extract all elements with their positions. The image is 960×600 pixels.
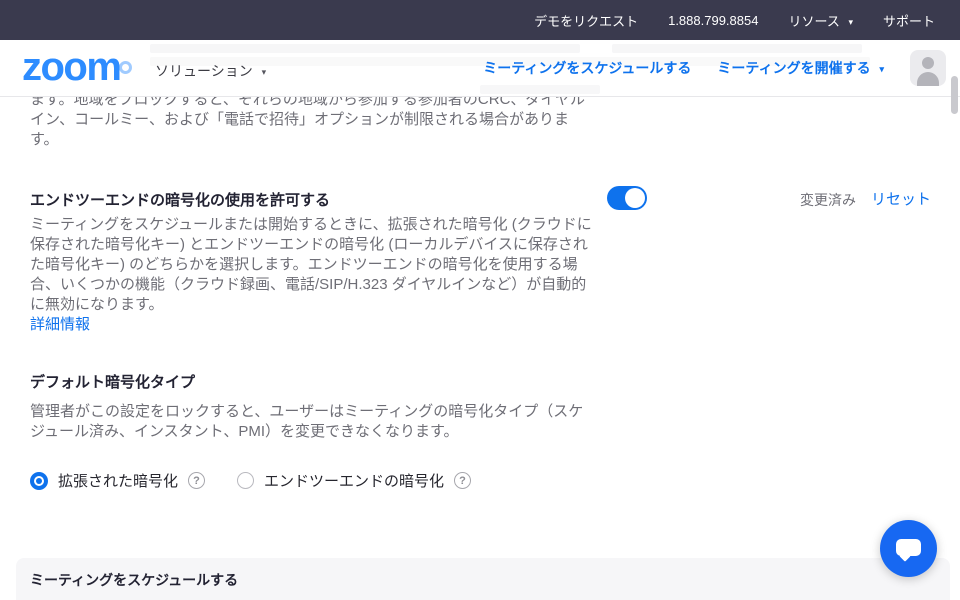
radio-option-label: 拡張された暗号化 <box>58 470 178 491</box>
phone-number-link[interactable]: 1.888.799.8854 <box>668 13 758 28</box>
help-question-icon[interactable]: ? <box>454 472 471 489</box>
default-encryption-type-description: 管理者がこの設定をロックすると、ユーザーはミーティングの暗号化タイプ（スケジュー… <box>30 402 595 442</box>
encryption-type-radio-group: 拡張された暗号化 ? エンドツーエンドの暗号化 ? <box>30 470 471 491</box>
blocked-regions-description: ます。地域をブロックすると、それらの地域から参加する参加者のCRC、ダイヤルイン… <box>30 90 595 150</box>
avatar-person-icon <box>922 57 934 69</box>
avatar-person-icon <box>917 72 939 86</box>
ghost-logo-mark <box>119 61 132 74</box>
radio-option-label: エンドツーエンドの暗号化 <box>264 470 444 491</box>
request-demo-link[interactable]: デモをリクエスト <box>534 11 638 30</box>
resources-menu[interactable]: リソース ▾ <box>788 11 853 30</box>
e2e-encryption-toggle[interactable] <box>607 186 647 210</box>
nav-solutions-menu[interactable]: ソリューション ▾ <box>155 61 266 81</box>
chevron-down-icon: ▾ <box>262 67 267 78</box>
nav-solutions-label: ソリューション <box>155 63 253 79</box>
top-utility-bar: デモをリクエスト 1.888.799.8854 リソース ▾ サポート <box>0 0 960 40</box>
e2e-encryption-setting-description: ミーティングをスケジュールまたは開始するときに、拡張された暗号化 (クラウドに保… <box>30 215 595 335</box>
e2e-description-text: ミーティングをスケジュールまたは開始するときに、拡張された暗号化 (クラウドに保… <box>30 216 592 313</box>
e2e-encryption-setting-title: エンドツーエンドの暗号化の使用を許可する <box>30 189 330 210</box>
reset-link[interactable]: リセット <box>871 188 931 209</box>
host-meeting-menu[interactable]: ミーティングを開催する ▾ <box>717 58 884 78</box>
zoom-logo[interactable]: zoom <box>22 43 120 91</box>
radio-selected-icon[interactable] <box>30 472 48 490</box>
schedule-meeting-link[interactable]: ミーティングをスケジュールする <box>483 58 691 78</box>
header-actions: ミーティングをスケジュールする ミーティングを開催する ▾ <box>483 40 946 96</box>
host-meeting-label: ミーティングを開催する <box>717 60 870 76</box>
support-link[interactable]: サポート <box>883 11 935 30</box>
radio-option-e2e-encryption[interactable]: エンドツーエンドの暗号化 ? <box>237 470 471 491</box>
help-question-icon[interactable]: ? <box>188 472 205 489</box>
chevron-down-icon: ▾ <box>848 17 853 28</box>
modified-status-badge: 変更済み <box>800 190 856 210</box>
user-avatar[interactable] <box>910 50 946 86</box>
resources-label: リソース <box>788 14 839 29</box>
vertical-scrollbar-thumb[interactable] <box>951 76 958 114</box>
chat-widget-button[interactable] <box>880 520 937 577</box>
chevron-down-icon: ▾ <box>879 64 884 75</box>
default-encryption-type-title: デフォルト暗号化タイプ <box>30 371 195 392</box>
learn-more-link[interactable]: 詳細情報 <box>30 315 90 335</box>
schedule-meeting-section-title: ミーティングをスケジュールする <box>16 558 950 590</box>
radio-unselected-icon[interactable] <box>237 472 254 489</box>
toggle-knob <box>625 188 645 208</box>
schedule-meeting-section-band: ミーティングをスケジュールする <box>16 558 950 600</box>
radio-option-enhanced-encryption[interactable]: 拡張された暗号化 ? <box>30 470 205 491</box>
site-header: zoom ソリューション ▾ ミーティングをスケジュールする ミーティングを開催… <box>0 40 960 97</box>
